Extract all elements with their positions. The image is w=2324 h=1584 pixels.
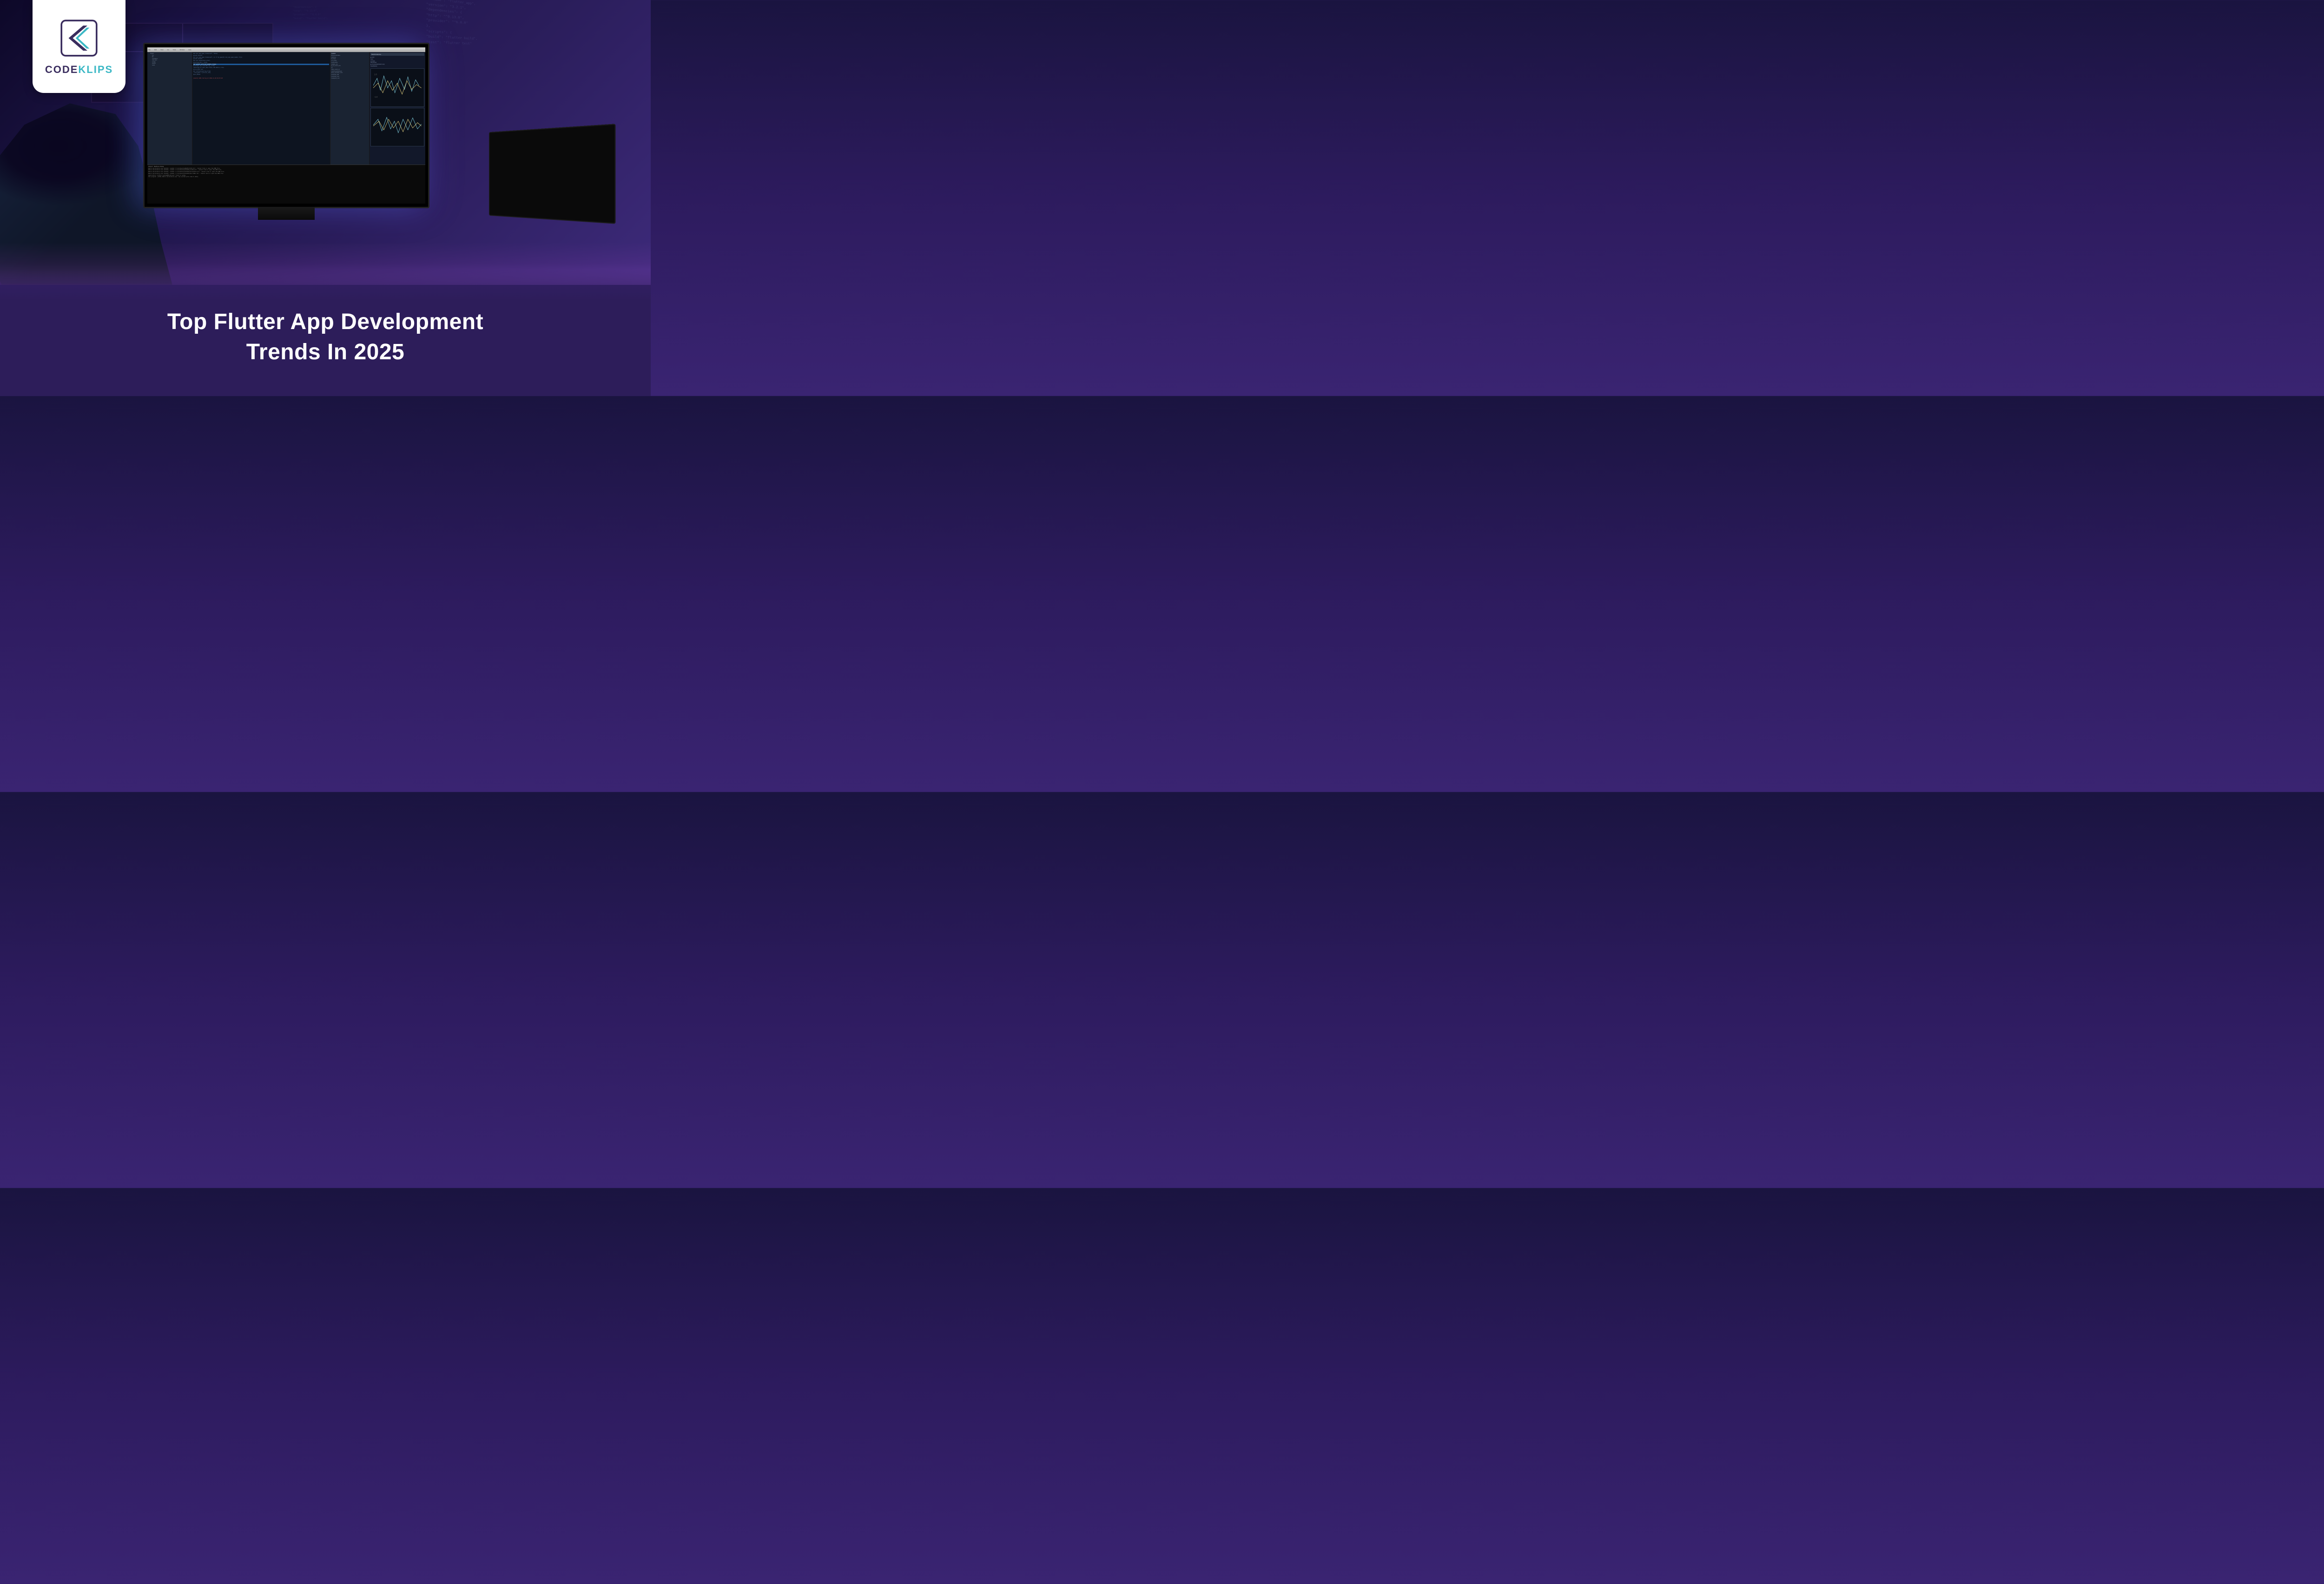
title-line-2: Trends In 2025 [246,340,405,364]
menu-go: Go [167,49,169,51]
code-line: spin_mtd=0 [193,74,329,76]
solution-item: ReadModule [370,66,424,67]
brand-code: CODE [45,64,79,76]
menu-file: File [148,49,151,51]
secondary-monitor [489,124,616,224]
brand-klips: KLIPS [78,64,113,76]
title-banner: Top Flutter App Development Trends In 20… [0,269,651,396]
code-editor-panel: def mix_exp_open_trans(surf, false) pare… [192,52,330,165]
ide-screen: File Edit View Go Tools Window Help Proj… [147,47,425,204]
hero-banner: { "name": "flutter_app", "version": "3.2… [0,0,651,396]
menu-view: View [160,49,163,51]
outline-panel: ApEditor DocumentOutline build.tree lst_… [330,52,370,165]
menu-edit: Edit [154,49,157,51]
project-tree-panel: Project src/ lib/ controllers/ main.dart… [147,52,192,165]
banner-title: Top Flutter App Development Trends In 20… [167,307,483,368]
menu-help: Help [188,49,191,51]
ide-menubar: File Edit View Go Tools Window Help [147,47,425,52]
solution-header: BatchCollective [370,53,424,56]
menu-window: Window [180,49,185,51]
waveform-visualization-2 [370,108,424,146]
timestamp: [vbuild 228] during at 2012-11-18 01:33:… [193,78,329,79]
brand-logo-card: CODEKLIPS [33,0,125,93]
axis-label: -1.0 [374,96,378,98]
codeklips-logo-icon [58,17,100,59]
outline-item: breakpoint_msk [331,78,369,79]
brand-wordmark: CODEKLIPS [45,64,113,76]
title-line-1: Top Flutter App Development [167,310,483,334]
background-code-projection: { "name": "flutter_app", "version": "3.2… [426,0,609,135]
terminal-line: The program '[7670] Batch Calibration.ex… [148,176,424,178]
axis-label: 1.0 [374,73,377,75]
menu-tools: Tools [173,49,176,51]
primary-monitor: File Edit View Go Tools Window Help Proj… [143,43,429,208]
solution-panel: BatchCollective ▶ build bss2 Al_forge Be… [370,52,425,165]
tree-item: build/ [148,65,191,66]
ide-body: Project src/ lib/ controllers/ main.dart… [147,52,425,165]
waveform-visualization: 1.0 -1.0 [370,68,424,107]
terminal-panel: Output: Headless Debug Batch Calibration… [147,165,425,204]
